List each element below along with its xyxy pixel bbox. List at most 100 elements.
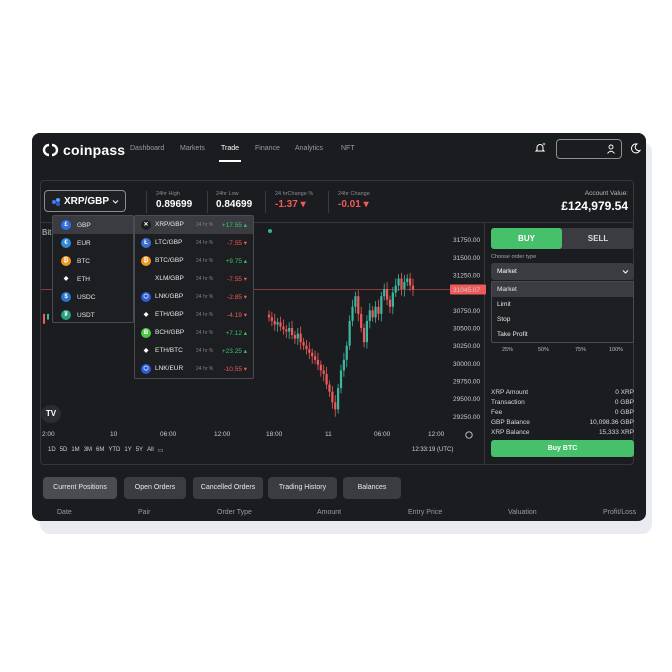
brand-logo[interactable]: coinpass (41, 142, 125, 158)
stat-value: -0.01 ▾ (338, 199, 369, 210)
coinpass-logo-icon (42, 143, 59, 157)
sell-tab[interactable]: SELL (562, 228, 634, 249)
btc-icon: ₿ (61, 256, 71, 266)
nav-markets[interactable]: Markets (180, 145, 205, 152)
tab-cancelled-orders[interactable]: Cancelled Orders (193, 477, 263, 499)
price-axis-label: 29750.00 (453, 379, 480, 386)
currency-option[interactable]: ₮ USDT (53, 306, 133, 324)
time-axis-label: 18:00 (266, 431, 283, 438)
tradingview-logo[interactable]: TV (41, 405, 61, 423)
candle-body (322, 370, 325, 374)
candle-body (279, 322, 282, 327)
tab-current-positions[interactable]: Current Positions (43, 477, 117, 499)
dark-mode-moon-icon[interactable] (630, 143, 641, 154)
candle-body (293, 335, 297, 339)
eth-icon: ◆ (141, 310, 151, 320)
pair-option[interactable]: ◆ ETH/GBP 24 hr % -4.19 ▾ (135, 306, 253, 324)
eth-icon: ◆ (141, 346, 151, 356)
timeframe-6m[interactable]: 6M (96, 447, 104, 454)
col-valuation[interactable]: Valuation (508, 509, 537, 516)
candle-body (345, 345, 348, 360)
nav-analytics[interactable]: Analytics (295, 145, 323, 152)
pair-option[interactable]: ✕ XRP/GBP 24 hr % +17.55 ▴ (135, 216, 253, 234)
candle-body (368, 310, 371, 321)
pair-option[interactable]: ₿ BTC/GBP 24 hr % +9.75 ▴ (135, 252, 253, 270)
currency-option[interactable]: ◆ ETH (53, 270, 133, 288)
candle-body (316, 359, 320, 365)
currency-option-label: EUR (77, 239, 91, 247)
calendar-icon[interactable]: ▭ (158, 447, 164, 454)
col-amount[interactable]: Amount (317, 509, 341, 516)
pair-option-sublabel: 24 hr % (196, 222, 214, 228)
candle-body (288, 328, 291, 332)
candle-body (351, 306, 354, 321)
percent-100[interactable]: 100% (609, 347, 623, 353)
order-option-take-profit[interactable]: Take Profit (492, 327, 633, 342)
timeframe-1m[interactable]: 1M (71, 447, 79, 454)
pair-option[interactable]: Ƀ BCH/GBP 24 hr % +7.12 ▴ (135, 324, 253, 342)
price-axis-label: 29500.00 (453, 396, 480, 403)
order-type-select[interactable]: Market (491, 263, 634, 280)
pair-option[interactable]: ⬡ LNK/EUR 24 hr % -10.55 ▾ (135, 360, 253, 378)
col-profit-loss[interactable]: Profit/Loss (603, 509, 636, 516)
nav-dashboard[interactable]: Dashboard (130, 145, 164, 152)
pair-option-label: LNK/EUR (155, 365, 184, 372)
timeframe-3m[interactable]: 3M (84, 447, 92, 454)
col-date[interactable]: Date (57, 509, 72, 516)
pair-option-sublabel: 24 hr % (196, 348, 214, 354)
candle-body (47, 313, 49, 320)
buy-tab[interactable]: BUY (491, 228, 562, 249)
col-entry-price[interactable]: Entry Price (408, 509, 442, 516)
col-pair[interactable]: Pair (138, 509, 150, 516)
nav-trade[interactable]: Trade (221, 145, 239, 152)
candle-body (362, 328, 366, 343)
order-type-menu: Market Limit Stop Take Profit (491, 281, 634, 343)
pair-option[interactable]: Ł LTC/GBP 24 hr % -7.55 ▾ (135, 234, 253, 252)
col-order-type[interactable]: Order Type (217, 509, 252, 516)
pair-option-label: XRP/GBP (155, 221, 184, 228)
usdt-icon: ₮ (61, 310, 71, 320)
pair-option[interactable]: XLM/GBP 24 hr % -7.55 ▾ (135, 270, 253, 288)
info-value: 10,098.36 GBP (589, 419, 634, 426)
pair-option[interactable]: ⬡ LNK/GBP 24 hr % -2.85 ▾ (135, 288, 253, 306)
currency-option-label: USDC (77, 293, 96, 301)
order-option-limit[interactable]: Limit (492, 297, 633, 312)
buy-btc-button[interactable]: Buy BTC (491, 440, 634, 457)
order-option-market[interactable]: Market (492, 282, 633, 297)
currency-option[interactable]: € EUR (53, 234, 133, 252)
info-value: 0 XRP (615, 389, 634, 396)
candle-body (334, 402, 337, 410)
candle-body (308, 349, 311, 353)
currency-option[interactable]: $ USDC (53, 288, 133, 306)
timeframe-1y[interactable]: 1Y (124, 447, 131, 454)
timeframe-5y[interactable]: 5Y (136, 447, 143, 454)
order-option-stop[interactable]: Stop (492, 312, 633, 327)
gbp-icon: £ (61, 220, 71, 230)
notification-bell-icon[interactable] (534, 142, 546, 154)
candle-body (299, 333, 302, 343)
tab-balances[interactable]: Balances (343, 477, 401, 499)
tab-trading-history[interactable]: Trading History (268, 477, 337, 499)
candle-body (409, 278, 412, 286)
timeframe-1d[interactable]: 1D (48, 447, 56, 454)
candle-body (273, 320, 276, 325)
pair-option[interactable]: ◆ ETH/BTC 24 hr % +23.25 ▴ (135, 342, 253, 360)
tab-open-orders[interactable]: Open Orders (124, 477, 186, 499)
chart-settings-gear-icon[interactable] (465, 431, 473, 439)
nav-finance[interactable]: Finance (255, 145, 280, 152)
currency-option[interactable]: £ GBP (53, 216, 133, 234)
pair-option-label: LTC/GBP (155, 239, 183, 246)
timeframe-ytd[interactable]: YTD (108, 447, 120, 454)
nav-nft[interactable]: NFT (341, 145, 355, 152)
currency-option[interactable]: ₿ BTC (53, 252, 133, 270)
percent-75[interactable]: 75% (575, 347, 586, 353)
candle-body (348, 320, 351, 346)
percent-25[interactable]: 25% (502, 347, 513, 353)
user-account-box[interactable] (556, 139, 622, 159)
timeframe-all[interactable]: All (147, 447, 154, 454)
stat-divider (328, 191, 329, 213)
pair-option-change: +9.75 ▴ (225, 258, 247, 265)
pair-selector[interactable]: XRP/GBP (44, 190, 126, 212)
timeframe-5d[interactable]: 5D (60, 447, 68, 454)
percent-50[interactable]: 50% (538, 347, 549, 353)
